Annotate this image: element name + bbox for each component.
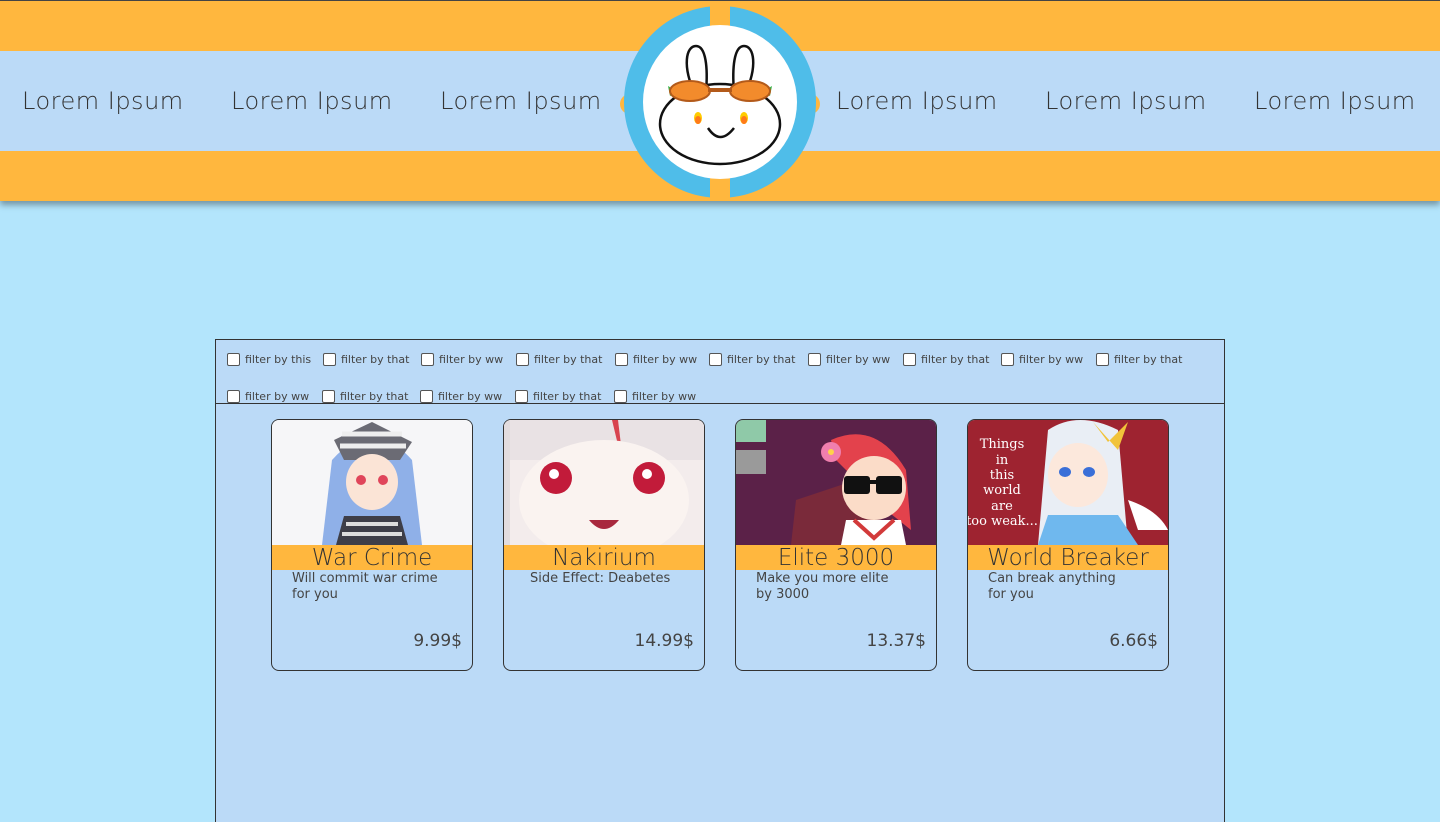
checkbox-icon[interactable] [903,352,916,366]
filter-checkbox[interactable]: filter by that [709,351,795,367]
filter-checkbox[interactable]: filter by ww [615,351,697,367]
product-card[interactable]: Things in this world are too weak... Wor… [967,419,1169,671]
filter-checkbox[interactable]: filter by that [323,351,409,367]
checkbox-icon[interactable] [516,352,529,366]
product-description: Can break anything for you [988,571,1116,602]
product-price: 9.99$ [413,631,462,651]
nav-link-3[interactable]: Lorem Ipsum [440,51,602,151]
product-price: 6.66$ [1109,631,1158,651]
checkbox-icon[interactable] [515,389,528,403]
bunny-logo-icon[interactable] [620,6,820,198]
filter-checkbox[interactable]: filter by that [516,351,602,367]
product-card[interactable]: Nakirium Side Effect: Deabetes 14.99$ [503,419,705,671]
nav-link-5[interactable]: Lorem Ipsum [1045,51,1207,151]
product-title: War Crime [272,545,472,571]
checkbox-icon[interactable] [421,352,434,366]
nav-link-2[interactable]: Lorem Ipsum [231,51,393,151]
svg-text:this: this [990,468,1014,483]
checkbox-icon[interactable] [323,352,336,366]
filter-checkbox[interactable]: filter by ww [421,351,503,367]
filter-checkbox[interactable]: filter by ww [614,388,696,404]
product-card[interactable]: War Crime Will commit war crime for you … [271,419,473,671]
svg-text:Things: Things [980,437,1025,452]
site-header: Lorem Ipsum Lorem Ipsum Lorem Ipsum Lore… [0,0,1440,201]
product-image: Things in this world are too weak... [968,420,1168,545]
product-title: Elite 3000 [736,545,936,571]
product-description: Make you more elite by 3000 [756,571,889,602]
product-title: World Breaker [968,545,1168,571]
checkbox-icon[interactable] [1096,352,1109,366]
product-price: 14.99$ [634,631,694,651]
checkbox-icon[interactable] [709,352,722,366]
product-image [736,420,936,545]
product-price: 13.37$ [866,631,926,651]
filter-checkbox[interactable]: filter by ww [420,388,502,404]
filter-checkbox[interactable]: filter by ww [227,388,309,404]
filter-checkbox[interactable]: filter by ww [1001,351,1083,367]
checkbox-icon[interactable] [322,389,335,403]
filter-checkbox[interactable]: filter by that [1096,351,1182,367]
svg-text:world: world [983,483,1021,498]
nav-link-4[interactable]: Lorem Ipsum [836,51,998,151]
checkbox-icon[interactable] [420,389,433,403]
nav-link-6[interactable]: Lorem Ipsum [1254,51,1416,151]
checkbox-icon[interactable] [808,352,821,366]
filter-checkbox[interactable]: filter by that [322,388,408,404]
product-title: Nakirium [504,545,704,571]
svg-text:in: in [996,453,1009,468]
filter-checkbox[interactable]: filter by that [515,388,601,404]
checkbox-icon[interactable] [227,352,240,366]
filter-checkbox[interactable]: filter by ww [808,351,890,367]
filter-checkbox[interactable]: filter by this [227,351,311,367]
checkbox-icon[interactable] [614,389,627,403]
filter-bar: filter by this filter by that filter by … [216,340,1224,404]
svg-text:too weak...: too weak... [968,514,1038,529]
product-description: Side Effect: Deabetes [530,571,671,586]
checkbox-icon[interactable] [615,352,628,366]
checkbox-icon[interactable] [227,389,240,403]
filter-checkbox[interactable]: filter by that [903,351,989,367]
svg-text:are: are [991,499,1013,514]
checkbox-icon[interactable] [1001,352,1014,366]
product-image [504,420,704,545]
product-image [272,420,472,545]
product-card[interactable]: Elite 3000 Make you more elite by 3000 1… [735,419,937,671]
product-description: Will commit war crime for you [292,571,438,602]
nav-link-1[interactable]: Lorem Ipsum [22,51,184,151]
